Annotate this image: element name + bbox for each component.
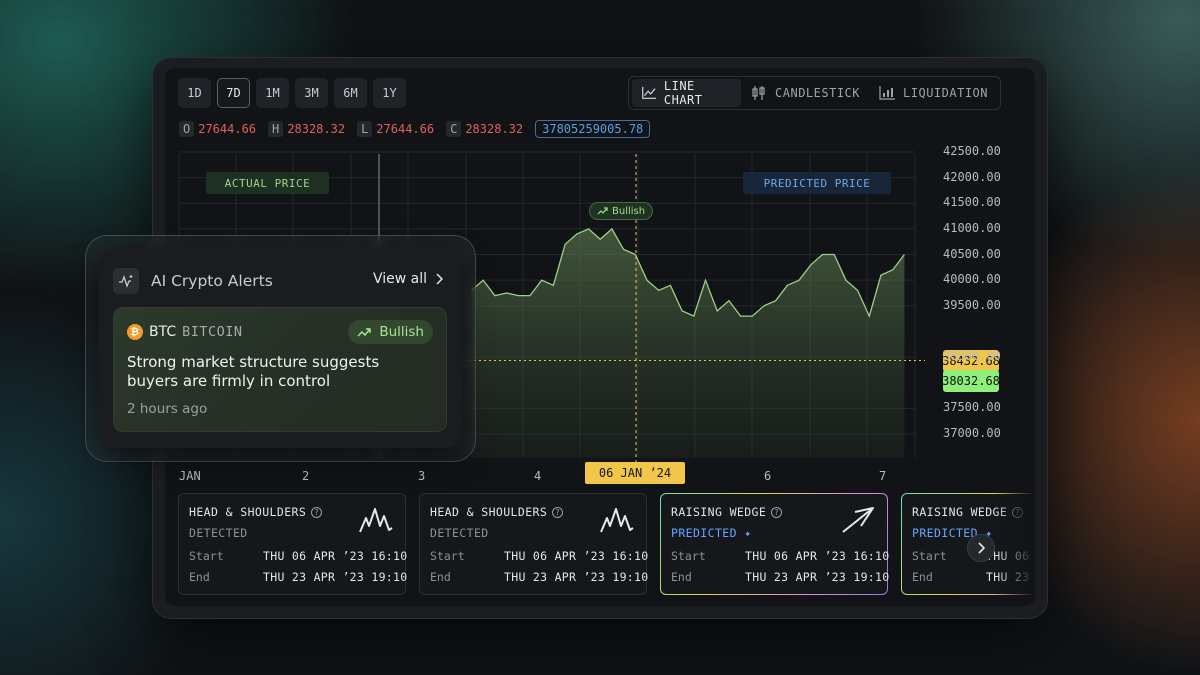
- start-value: THU 06 APR ’23 16:10: [504, 549, 649, 563]
- y-tick-label: 41500.00: [943, 195, 1001, 210]
- y-tick-label: 42500.00: [943, 144, 1001, 158]
- y-tick-label: 42000.00: [943, 169, 1001, 184]
- bullish-marker: Bullish: [589, 202, 654, 220]
- chevron-right-icon: [978, 542, 986, 554]
- end-label: End: [671, 570, 692, 584]
- y-tick-label: 37000.00: [943, 426, 1001, 440]
- coin-name: BITCOIN: [182, 324, 243, 340]
- pattern-card[interactable]: HEAD & SHOULDERS? DETECTED Start THU 06 …: [419, 493, 649, 595]
- end-label: End: [912, 570, 933, 584]
- x-tick-label: 6: [764, 469, 772, 483]
- help-icon[interactable]: ?: [771, 506, 783, 518]
- pattern-card[interactable]: HEAD & SHOULDERS? DETECTED Start THU 06 …: [178, 493, 408, 595]
- end-value: THU 23 APR ’23 19:10: [745, 570, 890, 584]
- crosshair-date-badge: 06 JAN ’24: [585, 462, 685, 484]
- bitcoin-icon: ₿: [127, 324, 143, 340]
- alert-time: 2 hours ago: [127, 401, 208, 417]
- x-tick-label: 4: [534, 469, 542, 483]
- view-all-label: View all: [372, 271, 427, 287]
- trend-up-icon: [357, 328, 372, 337]
- trend-up-icon: [597, 207, 608, 215]
- head-shoulders-icon: [600, 508, 634, 533]
- end-value: THU 23 APR ’23 19:10: [504, 570, 649, 584]
- end-label: End: [189, 570, 210, 584]
- alerts-title: AI Crypto Alerts: [151, 272, 273, 290]
- start-label: Start: [189, 549, 224, 563]
- pattern-name: RAISING WEDGE: [912, 505, 1008, 519]
- price-area: [471, 228, 905, 458]
- start-value: THU 06 APR ’23 16:10: [745, 549, 890, 563]
- chevron-right-icon: [436, 273, 443, 285]
- pattern-name: HEAD & SHOULDERS: [189, 505, 307, 519]
- end-value: THU 23 APR ’23 19:10: [263, 570, 408, 584]
- scroll-fade: [995, 493, 1035, 598]
- sentiment-label: Bullish: [379, 324, 424, 340]
- pattern-cards: HEAD & SHOULDERS? DETECTED Start THU 06 …: [178, 493, 1035, 595]
- ai-pulse-icon: [113, 268, 139, 294]
- start-value: THU 06 APR ’23 16:10: [263, 549, 408, 563]
- ai-alerts-panel: AI Crypto Alerts View all ₿ BTC BITCOIN …: [99, 249, 461, 448]
- pattern-name: HEAD & SHOULDERS: [430, 505, 548, 519]
- pattern-card-selected[interactable]: RAISING WEDGE? PREDICTED ✦ Start THU 06 …: [660, 493, 890, 595]
- alert-card[interactable]: ₿ BTC BITCOIN Bullish Strong market stru…: [113, 307, 447, 432]
- start-label: Start: [430, 549, 465, 563]
- rising-wedge-icon: [842, 507, 874, 533]
- help-icon[interactable]: ?: [552, 506, 564, 518]
- pattern-name: RAISING WEDGE: [671, 505, 767, 519]
- y-tick-label: 39500.00: [943, 297, 1001, 312]
- end-label: End: [430, 570, 451, 584]
- sentiment-badge: Bullish: [348, 320, 433, 344]
- y-tick-label: 38500.00: [943, 349, 1001, 364]
- head-shoulders-icon: [359, 508, 393, 533]
- x-tick-label: 7: [879, 469, 887, 483]
- actual-price-tag: ACTUAL PRICE: [206, 172, 329, 194]
- alerts-header: AI Crypto Alerts: [113, 268, 273, 294]
- x-tick-label: 2: [302, 469, 310, 483]
- y-tick-label: 37500.00: [943, 400, 1001, 415]
- y-tick-label: 40500.00: [943, 246, 1001, 261]
- y-tick-label: 41000.00: [943, 220, 1001, 235]
- predicted-price-tag: PREDICTED PRICE: [743, 172, 891, 194]
- x-tick-label: JAN: [179, 469, 201, 483]
- start-label: Start: [912, 549, 947, 563]
- view-all-link[interactable]: View all: [373, 271, 443, 287]
- alert-message: Strong market structure suggests buyers …: [127, 353, 380, 390]
- help-icon[interactable]: ?: [311, 506, 323, 518]
- secondary-price-badge: 38032.68: [942, 370, 1000, 393]
- start-label: Start: [671, 549, 706, 563]
- coin-label: ₿ BTC BITCOIN: [127, 324, 243, 340]
- y-tick-label: 40000.00: [943, 272, 1001, 287]
- next-patterns-button[interactable]: [967, 534, 995, 562]
- coin-symbol: BTC: [149, 324, 177, 340]
- bullish-marker-label: Bullish: [612, 205, 646, 217]
- x-tick-label: 3: [418, 469, 426, 483]
